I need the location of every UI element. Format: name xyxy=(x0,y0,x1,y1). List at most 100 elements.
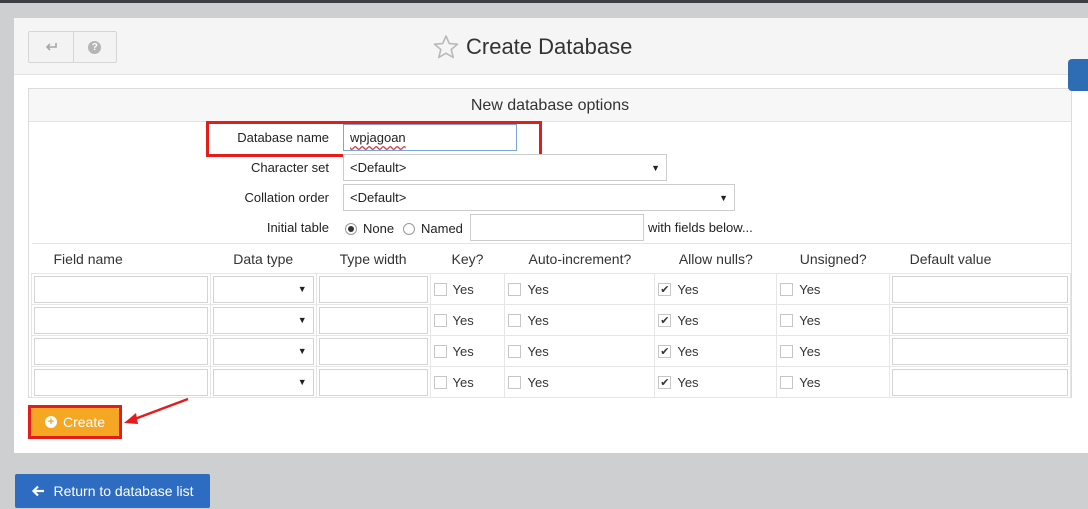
unsigned-yes-label: Yes xyxy=(799,374,821,390)
help-button[interactable]: ? xyxy=(72,32,117,62)
type-width-input[interactable] xyxy=(318,337,428,365)
column-header: Field name xyxy=(31,243,211,274)
table-row: ▼ Yes Yes ✔ Yes Yes xyxy=(31,335,1071,367)
checkbox-unchecked-icon[interactable] xyxy=(508,313,522,327)
type-width-input[interactable] xyxy=(318,368,428,396)
create-database-panel: ? Create Database New database options D… xyxy=(14,18,1088,453)
field-name-cell xyxy=(31,304,211,336)
data-type-select[interactable]: ▼ xyxy=(212,368,314,396)
initial-table-named-option[interactable]: Named xyxy=(403,221,463,236)
initial-table-none-option[interactable]: None xyxy=(345,221,394,236)
type-width-cell xyxy=(315,366,431,398)
key-checkbox[interactable]: Yes xyxy=(433,375,503,390)
radio-unselected-icon[interactable] xyxy=(403,222,415,235)
dropdown-caret-icon: ▼ xyxy=(651,162,660,173)
checkbox-unchecked-icon[interactable] xyxy=(508,344,522,358)
default-value-input[interactable] xyxy=(892,337,1068,365)
named-table-input[interactable] xyxy=(470,214,644,241)
field-name-cell xyxy=(31,273,211,305)
default-value-input[interactable] xyxy=(892,275,1068,303)
data-type-select[interactable]: ▼ xyxy=(212,306,314,334)
checkbox-checked-icon[interactable]: ✔ xyxy=(658,313,672,327)
auto-increment-checkbox[interactable]: Yes xyxy=(507,282,652,297)
type-width-input[interactable] xyxy=(318,306,428,334)
checkbox-unchecked-icon[interactable] xyxy=(433,344,447,358)
default-value-input[interactable] xyxy=(892,368,1068,396)
create-button[interactable]: + Create xyxy=(31,408,119,436)
notification-side-tab[interactable] xyxy=(1068,59,1088,91)
unsigned-checkbox[interactable]: Yes xyxy=(779,313,887,328)
plus-circle-icon: + xyxy=(44,416,57,428)
radio-none-label: None xyxy=(363,221,395,236)
column-header: Unsigned? xyxy=(776,243,890,274)
field-name-input[interactable] xyxy=(34,306,208,334)
checkbox-unchecked-icon[interactable] xyxy=(433,313,447,327)
type-width-cell xyxy=(315,273,431,305)
type-width-input[interactable] xyxy=(318,275,428,303)
default-value-cell xyxy=(889,304,1071,336)
radio-named-label: Named xyxy=(421,221,463,236)
unsigned-checkbox[interactable]: Yes xyxy=(779,344,887,359)
default-value-input[interactable] xyxy=(892,306,1068,334)
data-type-cell: ▼ xyxy=(209,366,317,398)
checkbox-unchecked-icon[interactable] xyxy=(433,375,447,389)
allow-nulls-checkbox[interactable]: ✔ Yes xyxy=(657,344,774,359)
dropdown-caret-icon: ▼ xyxy=(297,284,307,294)
auto-increment-checkbox[interactable]: Yes xyxy=(507,375,652,390)
checkbox-unchecked-icon[interactable] xyxy=(508,282,522,296)
database-name-input[interactable]: wpjagoan xyxy=(343,124,517,151)
data-type-select[interactable]: ▼ xyxy=(212,275,314,303)
field-name-cell xyxy=(31,366,211,398)
auto-increment-checkbox[interactable]: Yes xyxy=(507,313,652,328)
allow-nulls-checkbox[interactable]: ✔ Yes xyxy=(657,313,774,328)
default-value-cell xyxy=(889,273,1071,305)
key-checkbox[interactable]: Yes xyxy=(433,313,503,328)
field-name-input[interactable] xyxy=(34,368,208,396)
unsigned-checkbox[interactable]: Yes xyxy=(779,282,887,297)
field-name-input[interactable] xyxy=(34,275,208,303)
checkbox-checked-icon[interactable]: ✔ xyxy=(658,375,672,389)
data-type-select[interactable]: ▼ xyxy=(212,337,314,365)
allow-nulls-cell: ✔ Yes xyxy=(654,335,778,367)
collation-order-value: <Default> xyxy=(350,190,407,205)
header-nav-buttons: ? xyxy=(28,31,117,63)
type-width-cell xyxy=(315,304,431,336)
table-row: ▼ Yes Yes ✔ Yes Yes xyxy=(31,366,1071,398)
page-title-text: Create Database xyxy=(466,34,633,59)
unsigned-yes-label: Yes xyxy=(799,312,821,328)
character-set-select[interactable]: <Default> ▼ xyxy=(343,154,667,181)
checkbox-unchecked-icon[interactable] xyxy=(780,313,794,327)
unsigned-checkbox[interactable]: Yes xyxy=(779,375,887,390)
allow-nulls-checkbox[interactable]: ✔ Yes xyxy=(657,282,774,297)
return-to-database-list-button[interactable]: Return to database list xyxy=(15,474,210,508)
auto-increment-cell: Yes xyxy=(504,335,656,367)
column-header: Data type xyxy=(210,243,317,274)
key-yes-label: Yes xyxy=(452,374,474,390)
checkbox-unchecked-icon[interactable] xyxy=(780,375,794,389)
checkbox-unchecked-icon[interactable] xyxy=(780,282,794,296)
allow-nulls-cell: ✔ Yes xyxy=(654,304,778,336)
collation-order-select[interactable]: <Default> ▼ xyxy=(343,184,735,211)
unsigned-cell: Yes xyxy=(776,366,891,398)
allow-nulls-cell: ✔ Yes xyxy=(654,366,778,398)
column-header: Allow nulls? xyxy=(654,243,777,274)
checkbox-unchecked-icon[interactable] xyxy=(780,344,794,358)
favorite-star-icon[interactable] xyxy=(432,34,460,60)
help-icon: ? xyxy=(88,40,102,54)
checkbox-unchecked-icon[interactable] xyxy=(508,375,522,389)
checkbox-checked-icon[interactable]: ✔ xyxy=(658,344,672,358)
initial-table-label: Initial table xyxy=(266,220,329,235)
allow-nulls-checkbox[interactable]: ✔ Yes xyxy=(657,375,774,390)
data-type-cell: ▼ xyxy=(209,273,317,305)
field-name-input[interactable] xyxy=(34,337,208,365)
auto-increment-checkbox[interactable]: Yes xyxy=(507,344,652,359)
field-name-cell xyxy=(31,335,211,367)
radio-selected-icon[interactable] xyxy=(345,222,357,235)
database-name-label: Database name xyxy=(237,130,329,145)
back-button[interactable] xyxy=(29,32,73,62)
checkbox-unchecked-icon[interactable] xyxy=(433,282,447,296)
table-row: ▼ Yes Yes ✔ Yes Yes xyxy=(31,273,1071,305)
key-checkbox[interactable]: Yes xyxy=(433,344,503,359)
checkbox-checked-icon[interactable]: ✔ xyxy=(658,282,672,296)
key-checkbox[interactable]: Yes xyxy=(433,282,503,297)
